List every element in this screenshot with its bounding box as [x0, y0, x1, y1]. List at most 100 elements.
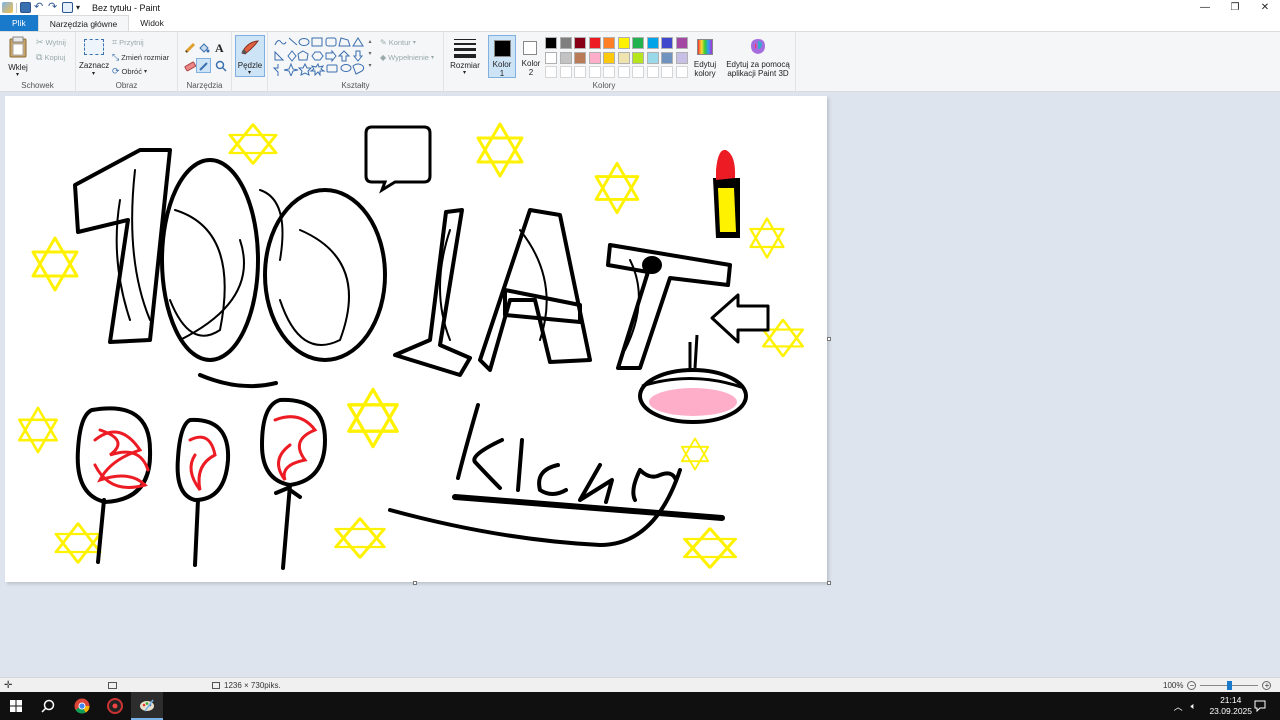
palette-color-swatch[interactable] [646, 51, 659, 64]
selection-size [108, 678, 117, 693]
palette-color-swatch[interactable] [661, 37, 673, 49]
resize-handle-bottom[interactable] [413, 581, 417, 585]
shapes-gallery[interactable] [272, 36, 372, 76]
size-button[interactable]: Rozmiar ▾ [448, 35, 482, 77]
palette-color-swatch[interactable] [574, 51, 586, 64]
palette-color-swatch[interactable] [559, 51, 572, 64]
fill-button[interactable]: ◆ Wypełnienie ▾ [380, 53, 434, 62]
minimize-button[interactable]: — [1190, 0, 1220, 15]
palette-color-swatch[interactable] [632, 51, 644, 64]
star-drawing [31, 236, 79, 292]
palette-empty-swatch[interactable] [559, 66, 572, 78]
zoom-in-icon[interactable]: + [1262, 681, 1272, 690]
chevron-down-icon: ▾ [143, 69, 147, 75]
paint-app-icon [2, 2, 13, 13]
taskbar-app-red[interactable] [99, 692, 131, 720]
color1-button[interactable]: Kolor 1 [488, 35, 516, 78]
palette-color-swatch[interactable] [675, 51, 688, 64]
text-tool-icon[interactable]: A [215, 41, 224, 56]
eyedropper-icon [199, 62, 208, 71]
palette-color-swatch[interactable] [661, 51, 673, 64]
clock[interactable]: 21:14 23.09.2025 [1209, 695, 1252, 717]
redo-icon[interactable]: ↷ [48, 2, 59, 13]
palette-color-swatch[interactable] [632, 37, 644, 49]
palette-color-swatch[interactable] [646, 37, 659, 49]
tab-view[interactable]: Widok [129, 15, 175, 31]
tab-home[interactable]: Narzędzia główne [37, 15, 130, 31]
preview-icon[interactable] [62, 2, 73, 13]
palette-color-swatch[interactable] [545, 51, 557, 64]
palette-empty-swatch[interactable] [588, 66, 601, 78]
taskbar-paint[interactable] [131, 692, 163, 720]
volume-icon[interactable]: 🔈︎ [1191, 701, 1196, 712]
palette-color-swatch[interactable] [603, 37, 615, 49]
rotate-button[interactable]: ⟳ Obróć ▾ [112, 66, 147, 77]
eraser-icon[interactable] [184, 60, 196, 72]
palette-color-swatch[interactable] [588, 51, 601, 64]
chevron-down-icon: ▾ [463, 70, 467, 76]
palette-empty-swatch[interactable] [632, 66, 644, 78]
close-button[interactable]: ✕ [1250, 0, 1280, 15]
palette-color-swatch[interactable] [545, 37, 557, 49]
copy-icon: ⧉ [36, 52, 43, 62]
resize-button[interactable]: ⤡ Zmień rozmiar [112, 52, 169, 63]
color-wheel-icon [697, 39, 713, 55]
fill-label: Wypełnienie [388, 53, 429, 62]
search-button[interactable] [32, 692, 64, 720]
notifications-button[interactable] [1248, 692, 1272, 720]
palette-empty-swatch[interactable] [545, 66, 557, 78]
start-button[interactable] [0, 692, 32, 720]
palette-empty-swatch[interactable] [574, 66, 586, 78]
clipboard-icon [9, 36, 27, 58]
palette-color-swatch[interactable] [675, 37, 688, 49]
shapes-group-label: Kształty [341, 81, 370, 90]
brushes-button[interactable]: Pędzle ▾ [235, 35, 265, 77]
palette-color-swatch[interactable] [617, 37, 630, 49]
zoom-out-icon[interactable]: − [1187, 681, 1197, 690]
zoom-slider[interactable] [1200, 681, 1259, 690]
size-group: Rozmiar ▾ [444, 32, 486, 92]
color2-button[interactable]: Kolor 2 [518, 35, 544, 78]
palette-empty-swatch[interactable] [661, 66, 673, 78]
palette-empty-swatch[interactable] [675, 66, 688, 78]
drawing-canvas[interactable] [5, 96, 827, 582]
customize-quick-access-icon[interactable]: ▾ [76, 2, 84, 13]
palette-color-swatch[interactable] [617, 51, 630, 64]
crop-button[interactable]: ⌗ Przytnij [112, 37, 144, 48]
palette-empty-swatch[interactable] [603, 66, 615, 78]
resize-handle-right[interactable] [827, 337, 831, 341]
cut-button[interactable]: ✂ Wytnij [36, 37, 66, 48]
zoom-slider-thumb[interactable] [1227, 681, 1233, 690]
save-icon[interactable] [20, 2, 31, 13]
copy-button[interactable]: ⧉ Kopiuj [36, 52, 65, 63]
chevron-up-icon[interactable]: ︿ [1174, 700, 1183, 713]
paste-button[interactable]: Wklej ▾ [4, 35, 32, 78]
tab-file[interactable]: Plik [0, 15, 38, 31]
pencil-icon[interactable] [184, 42, 196, 54]
color-picker-button[interactable] [196, 58, 211, 73]
image-group-label: Obraz [115, 81, 138, 90]
chevron-down-icon: ▾ [92, 71, 96, 77]
taskbar-chrome[interactable] [66, 692, 98, 720]
outline-button[interactable]: ✎ Kontur ▾ [380, 38, 416, 47]
palette-empty-swatch[interactable] [617, 66, 630, 78]
fill-bucket-icon[interactable] [198, 42, 210, 54]
magnifier-icon[interactable] [215, 60, 227, 72]
resize-handle-corner[interactable] [827, 581, 831, 585]
paint3d-button[interactable]: Edytuj za pomocą aplikacji Paint 3D [724, 35, 792, 78]
crop-label: Przytnij [119, 38, 144, 47]
palette-color-swatch[interactable] [574, 37, 586, 49]
edit-colors-button[interactable]: Edytuj kolory [690, 35, 720, 78]
undo-icon[interactable]: ↶ [34, 2, 45, 13]
shapes-scroll[interactable]: ▴ ▾ ▾ [366, 36, 374, 76]
star-drawing [54, 522, 102, 564]
selection-size-icon [108, 682, 117, 689]
restore-button[interactable]: ❐ [1220, 0, 1250, 15]
edit-colors-label: Edytuj kolory [693, 60, 717, 78]
star-drawing [334, 516, 386, 560]
palette-color-swatch[interactable] [588, 37, 601, 49]
palette-empty-swatch[interactable] [646, 66, 659, 78]
palette-color-swatch[interactable] [559, 37, 572, 49]
select-button[interactable]: Zaznacz ▾ [79, 36, 109, 78]
palette-color-swatch[interactable] [603, 51, 615, 64]
